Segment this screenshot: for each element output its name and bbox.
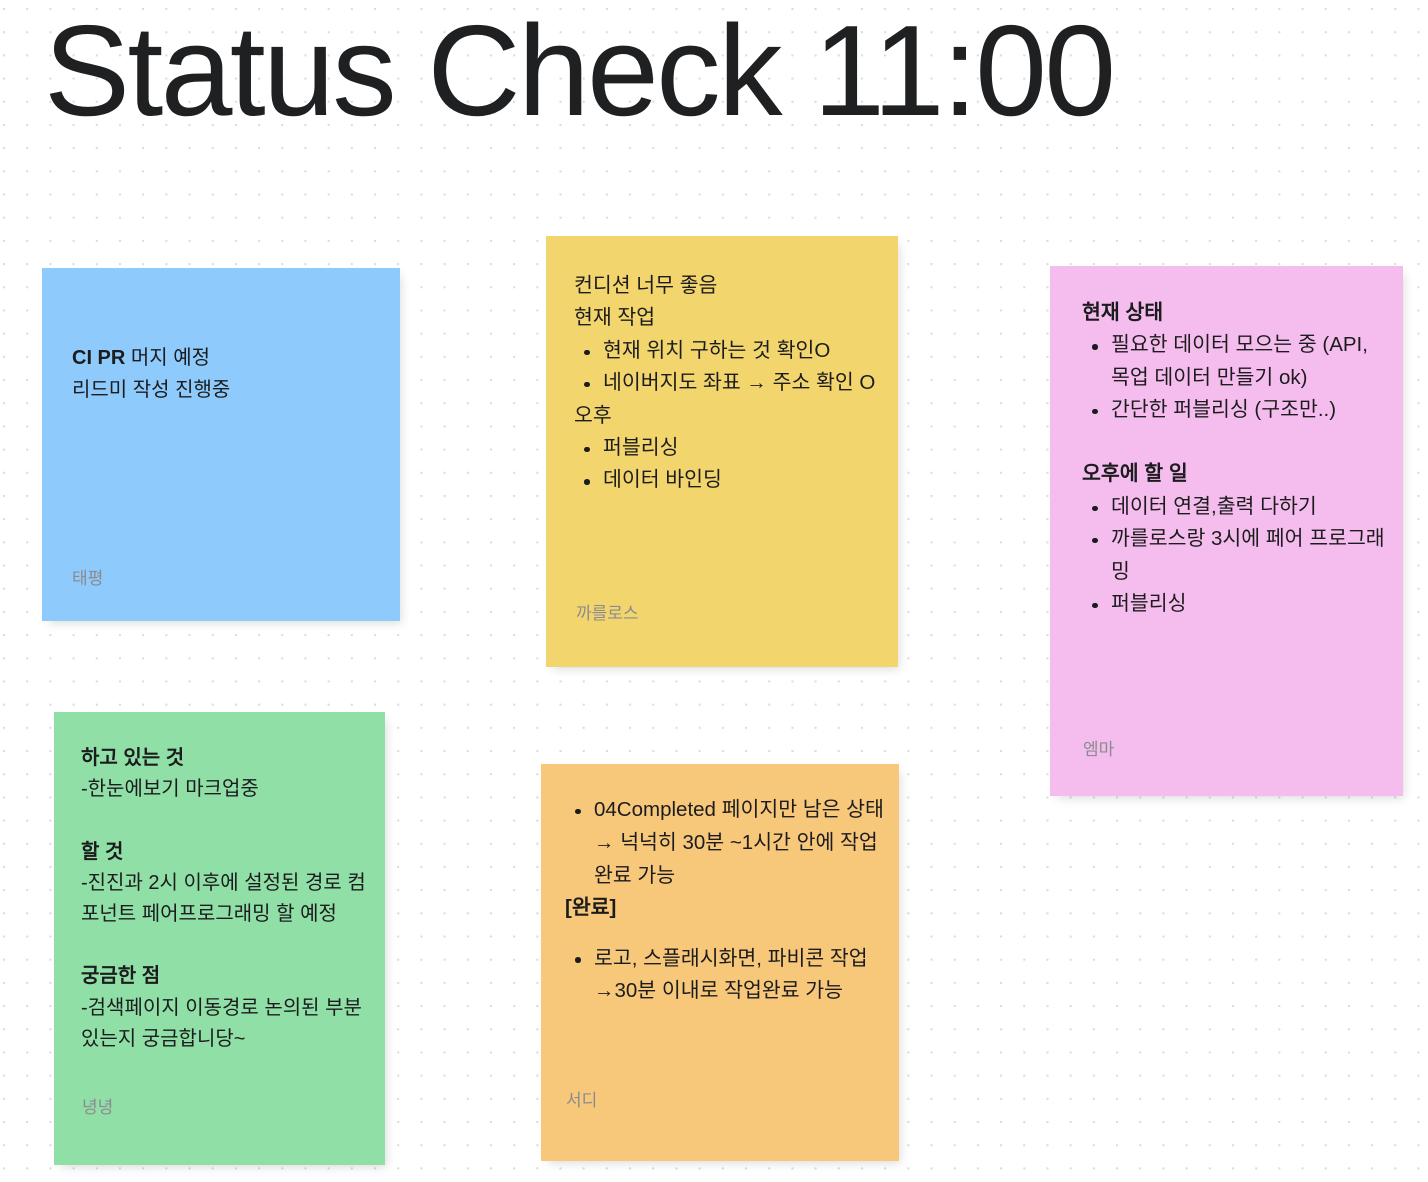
list-item: 현재 위치 구하는 것 확인O: [574, 335, 882, 367]
sticky-note-yellow-content: 컨디션 너무 좋음 현재 작업 현재 위치 구하는 것 확인O 네이버지도 좌표…: [546, 236, 898, 497]
sticky-note-pink-content: 현재 상태 필요한 데이터 모으는 중 (API, 목업 데이터 만들기 ok)…: [1050, 266, 1403, 620]
orange-bullet-list-1: 04Completed 페이지만 남은 상태 → 넉넉히 30분 ~1시간 안에…: [565, 794, 885, 892]
blue-line-2: 리드미 작성 진행중: [72, 379, 231, 402]
page-title: Status Check 11:00: [44, 0, 1116, 143]
sticky-note-green-content: 하고 있는 것 -한눈에보기 마크업중 할 것 -진진과 2시 이후에 설정된 …: [54, 712, 385, 1055]
orange-heading-1: [완료]: [565, 896, 617, 920]
sticky-note-green-author: 녕녕: [82, 1098, 114, 1117]
orange-spacer: [565, 925, 885, 942]
pink-bullet-list-2: 데이터 연결,출력 다하기 까를로스랑 3시에 페어 프로그래밍 퍼블리싱: [1082, 491, 1391, 621]
sticky-note-yellow[interactable]: 컨디션 너무 좋음 현재 작업 현재 위치 구하는 것 확인O 네이버지도 좌표…: [546, 236, 898, 667]
sticky-note-orange[interactable]: 04Completed 페이지만 남은 상태 → 넉넉히 30분 ~1시간 안에…: [541, 764, 899, 1161]
sticky-note-green[interactable]: 하고 있는 것 -한눈에보기 마크업중 할 것 -진진과 2시 이후에 설정된 …: [54, 712, 385, 1165]
green-spacer-1: [81, 805, 371, 836]
orange-bullet-list-2: 로고, 스플래시화면, 파비콘 작업 →30분 이내로 작업완료 가능: [565, 943, 885, 1009]
blue-line-1-bold: CI PR: [72, 347, 126, 369]
green-body-3: -검색페이지 이동경로 논의된 부분있는지 궁금합니당~: [81, 996, 362, 1050]
green-heading-2: 할 것: [81, 840, 124, 863]
sticky-note-blue-content: CI PR 머지 예정 리드미 작성 진행중: [42, 268, 400, 407]
sticky-note-yellow-author: 까를로스: [576, 604, 639, 623]
list-item: 퍼블리싱: [574, 432, 882, 464]
sticky-note-orange-author: 서디: [566, 1091, 598, 1110]
list-item: 데이터 바인딩: [574, 464, 882, 496]
list-item: 간단한 퍼블리싱 (구조만..): [1082, 394, 1391, 426]
blue-line-1-rest: 머지 예정: [125, 347, 211, 369]
list-item: 04Completed 페이지만 남은 상태 → 넉넉히 30분 ~1시간 안에…: [565, 794, 885, 892]
sticky-note-orange-content: 04Completed 페이지만 남은 상태 → 넉넉히 30분 ~1시간 안에…: [541, 764, 899, 1008]
pink-heading-1: 현재 상태: [1082, 301, 1164, 324]
sticky-note-blue-author: 태평: [72, 569, 104, 588]
yellow-line-3: 오후: [574, 403, 612, 427]
green-heading-1: 하고 있는 것: [81, 747, 185, 769]
green-spacer-2: [81, 930, 371, 961]
sticky-note-pink-author: 엠마: [1083, 740, 1115, 759]
sticky-note-blue[interactable]: CI PR 머지 예정 리드미 작성 진행중 태평: [42, 268, 400, 621]
list-item: 데이터 연결,출력 다하기: [1082, 491, 1391, 523]
list-item: 까를로스랑 3시에 페어 프로그래밍: [1082, 523, 1391, 588]
list-item: 필요한 데이터 모으는 중 (API, 목업 데이터 만들기 ok): [1082, 329, 1391, 394]
green-heading-3: 궁금한 점: [81, 965, 161, 988]
yellow-line-2: 현재 작업: [574, 306, 656, 330]
green-body-1: -한눈에보기 마크업중: [81, 778, 259, 801]
pink-bullet-list-1: 필요한 데이터 모으는 중 (API, 목업 데이터 만들기 ok) 간단한 퍼…: [1082, 329, 1391, 426]
yellow-bullet-list-1: 현재 위치 구하는 것 확인O 네이버지도 좌표 → 주소 확인 O: [574, 335, 882, 400]
pink-heading-2: 오후에 할 일: [1082, 462, 1188, 486]
sticky-note-pink[interactable]: 현재 상태 필요한 데이터 모으는 중 (API, 목업 데이터 만들기 ok)…: [1050, 266, 1403, 796]
green-body-2: -진진과 2시 이후에 설정된 경로 컴포넌트 페어프로그래밍 할 예정: [81, 871, 366, 925]
list-item: 네이버지도 좌표 → 주소 확인 O: [574, 367, 882, 399]
list-item: 로고, 스플래시화면, 파비콘 작업 →30분 이내로 작업완료 가능: [565, 943, 885, 1009]
yellow-line-1: 컨디션 너무 좋음: [574, 274, 718, 297]
pink-spacer: [1082, 427, 1391, 459]
list-item: 퍼블리싱: [1082, 588, 1391, 620]
yellow-bullet-list-2: 퍼블리싱 데이터 바인딩: [574, 432, 882, 497]
blue-line-1: CI PR 머지 예정: [72, 342, 376, 374]
sticky-note-board: Status Check 11:00 CI PR 머지 예정 리드미 작성 진행…: [0, 0, 1428, 1182]
